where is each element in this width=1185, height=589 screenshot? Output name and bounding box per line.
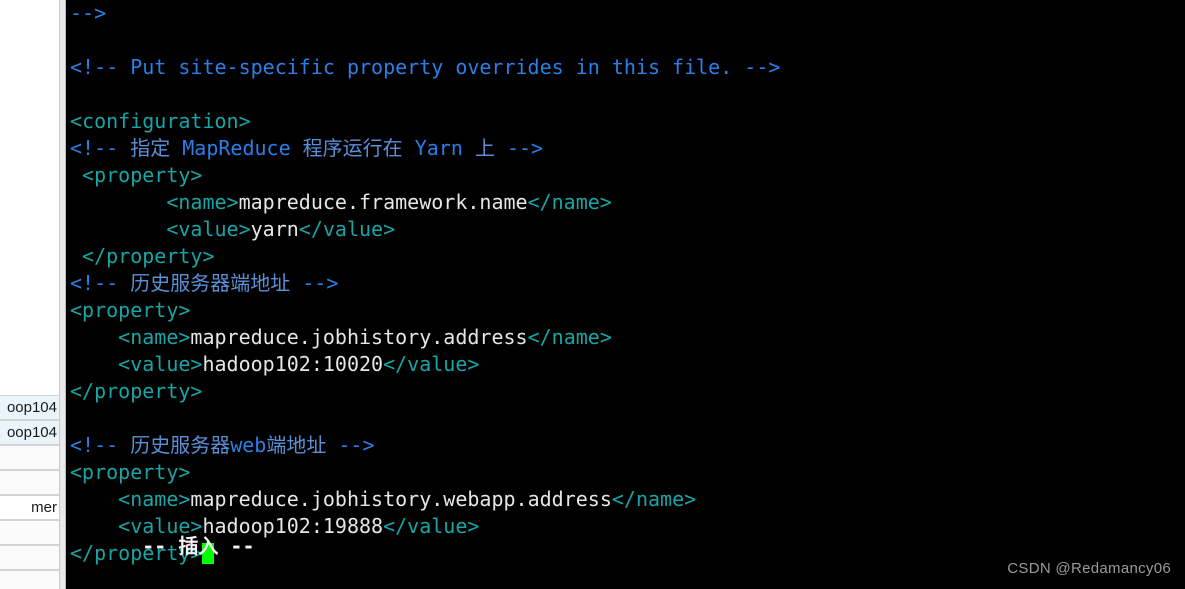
code-segment: <configuration> xyxy=(70,109,251,133)
code-line[interactable]: <name>mapreduce.jobhistory.address</name… xyxy=(66,324,1185,351)
code-segment: <!-- xyxy=(70,433,131,457)
code-segment: 程序运行在 xyxy=(302,136,403,160)
code-segment: </value> xyxy=(383,514,480,538)
code-segment: <!-- xyxy=(70,271,131,295)
code-line[interactable]: --> xyxy=(66,0,1185,27)
code-segment: <name> xyxy=(70,190,239,214)
panel-row[interactable]: oop104 xyxy=(0,420,59,445)
code-segment: hadoop102:10020 xyxy=(202,352,384,376)
code-line[interactable]: <value>hadoop102:10020</value> xyxy=(66,351,1185,378)
code-segment: </value> xyxy=(383,352,480,376)
status-suffix: -- xyxy=(218,534,255,558)
code-line[interactable] xyxy=(66,27,1185,54)
code-line[interactable] xyxy=(66,405,1185,432)
code-line[interactable]: <!-- 指定 MapReduce 程序运行在 Yarn 上 --> xyxy=(66,135,1185,162)
code-segment: <!-- Put site-specific property override… xyxy=(70,55,781,79)
code-segment: 历史服务器 xyxy=(130,433,231,457)
code-segment: --> xyxy=(70,1,107,25)
code-line[interactable]: <!-- 历史服务器端地址 --> xyxy=(66,270,1185,297)
panel-blank-area xyxy=(0,0,59,395)
code-line[interactable]: <!-- Put site-specific property override… xyxy=(66,54,1185,81)
code-segment: <!-- xyxy=(70,136,131,160)
code-segment: mapreduce.jobhistory.address xyxy=(190,325,528,349)
code-segment: </value> xyxy=(298,217,396,241)
panel-row-label: oop104 xyxy=(6,399,57,416)
panel-row[interactable]: mer xyxy=(0,495,59,520)
partial-spreadsheet-panel[interactable]: oop104 oop104 mer xyxy=(0,0,60,589)
vim-status-line: -- 插入 -- xyxy=(66,506,255,583)
code-segment: </name> xyxy=(611,487,697,511)
code-segment: 上 xyxy=(474,136,495,160)
code-segment: <property> xyxy=(70,298,191,322)
panel-row-label: oop104 xyxy=(6,424,57,441)
csdn-watermark: CSDN @Redamancy06 xyxy=(1007,560,1171,577)
code-segment: --> xyxy=(494,136,544,160)
code-line[interactable]: <property> xyxy=(66,162,1185,189)
panel-row-list[interactable]: oop104 oop104 mer xyxy=(0,395,59,589)
code-segment: </name> xyxy=(527,325,612,349)
code-segment: </property> xyxy=(70,244,215,268)
code-segment: <value> xyxy=(70,352,203,376)
code-line[interactable]: <property> xyxy=(66,459,1185,486)
code-segment: --> xyxy=(290,271,339,295)
status-prefix: -- xyxy=(142,534,179,558)
code-line[interactable]: </property> xyxy=(66,243,1185,270)
code-segment: <property> xyxy=(70,460,191,484)
panel-row[interactable] xyxy=(0,545,59,570)
vim-editor-buffer[interactable]: --> <!-- Put site-specific property over… xyxy=(66,0,1185,567)
code-segment: Yarn xyxy=(402,136,475,160)
code-segment: mapreduce.framework.name xyxy=(238,190,528,214)
code-line[interactable]: <value>yarn</value> xyxy=(66,216,1185,243)
code-line[interactable] xyxy=(66,81,1185,108)
status-mode-label: 插入 xyxy=(178,534,219,558)
code-segment: 历史服务器端地址 xyxy=(130,271,291,295)
panel-row[interactable] xyxy=(0,445,59,470)
panel-row[interactable] xyxy=(0,570,59,589)
code-segment: 指定 xyxy=(130,136,171,160)
screen-root: oop104 oop104 mer --> <!-- Put site-specif… xyxy=(0,0,1185,589)
panel-row[interactable] xyxy=(0,470,59,495)
code-segment: --> xyxy=(326,433,375,457)
code-segment: MapReduce xyxy=(170,136,303,160)
panel-row-label: mer xyxy=(31,499,57,516)
code-segment: web xyxy=(230,433,267,457)
code-segment: </name> xyxy=(527,190,612,214)
code-segment: <value> xyxy=(70,217,251,241)
code-segment: yarn xyxy=(250,217,299,241)
code-segment: <property> xyxy=(70,163,203,187)
code-line[interactable]: </property> xyxy=(66,378,1185,405)
code-segment: 端地址 xyxy=(266,433,327,457)
code-line[interactable]: <!-- 历史服务器web端地址 --> xyxy=(66,432,1185,459)
code-segment: <name> xyxy=(70,325,191,349)
panel-row[interactable] xyxy=(0,520,59,545)
code-segment: </property> xyxy=(70,379,203,403)
code-line[interactable]: <name>mapreduce.framework.name</name> xyxy=(66,189,1185,216)
code-line[interactable]: <configuration> xyxy=(66,108,1185,135)
terminal-window[interactable]: --> <!-- Put site-specific property over… xyxy=(66,0,1185,589)
code-line[interactable]: <property> xyxy=(66,297,1185,324)
panel-row[interactable]: oop104 xyxy=(0,395,59,420)
